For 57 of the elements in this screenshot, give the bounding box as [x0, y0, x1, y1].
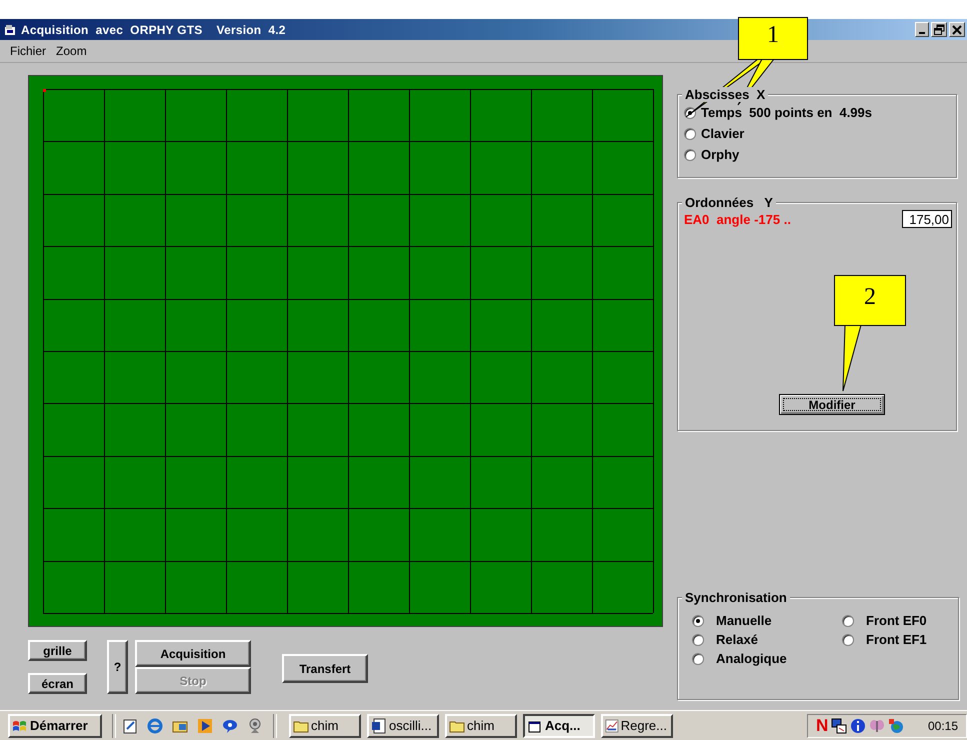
display-button[interactable]: écran [28, 673, 87, 694]
callout: 2 [834, 275, 906, 326]
minimize-icon [919, 32, 925, 34]
window-title: Acquisition avec ORPHY GTS Version 4.2 [21, 22, 286, 36]
menu-item[interactable]: Zoom [55, 44, 88, 58]
webcam-icon[interactable] [247, 718, 263, 734]
taskbar-button[interactable]: Regre... [601, 714, 673, 738]
option-label: Manuelle [716, 613, 772, 628]
radio-button[interactable] [684, 148, 696, 160]
group-title: Abscisses X [682, 87, 768, 102]
globe-icon[interactable] [888, 718, 904, 734]
option-label: Analogique [716, 651, 787, 666]
display-button[interactable]: grille [28, 640, 87, 661]
group-title: Synchronisation [682, 590, 790, 605]
browser-icon[interactable] [147, 718, 163, 734]
channel-label: EA0 angle -175 .. [684, 212, 791, 227]
transfer-button[interactable]: Transfert [282, 654, 368, 683]
document-icon [371, 718, 387, 734]
option-label: Clavier [701, 126, 744, 141]
callout: 1 [738, 17, 808, 60]
taskbar-button[interactable]: Acq... [523, 714, 595, 738]
modify-button[interactable]: Modifier [779, 394, 885, 415]
close-icon [951, 24, 963, 36]
chart-icon [605, 718, 619, 734]
option-label: Front EF1 [866, 632, 927, 647]
network-icon[interactable] [831, 718, 848, 734]
radio-button[interactable] [692, 634, 704, 646]
radio-button[interactable] [842, 634, 854, 646]
group-title: Ordonnées Y [682, 195, 776, 210]
info-icon[interactable] [850, 718, 866, 734]
menu-item[interactable]: Fichier [9, 44, 48, 58]
option-label: Temps 500 points en 4.99s [701, 105, 872, 120]
close-button[interactable] [949, 22, 965, 37]
radio-button[interactable] [692, 614, 704, 626]
restore-icon [933, 24, 945, 36]
help-button[interactable]: ? [107, 640, 128, 694]
chat-icon[interactable] [222, 718, 238, 734]
radio-button[interactable] [684, 128, 696, 140]
option-label: Front EF0 [866, 613, 927, 628]
butterfly-icon[interactable] [869, 718, 886, 734]
clock: 00:15 [928, 718, 958, 732]
radio-button[interactable] [842, 614, 854, 626]
windows-flag-icon [12, 718, 28, 732]
option-label: Relaxé [716, 632, 758, 647]
taskbar-button[interactable]: oscilli... [367, 714, 439, 738]
app-icon [4, 24, 16, 36]
minimize-button[interactable] [915, 22, 929, 37]
notepad-icon[interactable] [122, 718, 138, 734]
option-label: Orphy [701, 147, 740, 162]
taskbar-button[interactable]: chim [445, 714, 517, 738]
start-button[interactable]: Démarrer [8, 714, 102, 738]
acquisition-button[interactable]: Acquisition [135, 640, 251, 667]
media-player-icon[interactable] [197, 718, 213, 734]
restore-button[interactable] [931, 22, 947, 37]
radio-button[interactable] [692, 652, 704, 664]
value-field[interactable]: 175,00 [902, 210, 952, 228]
taskbar-button[interactable]: chim [289, 714, 361, 738]
